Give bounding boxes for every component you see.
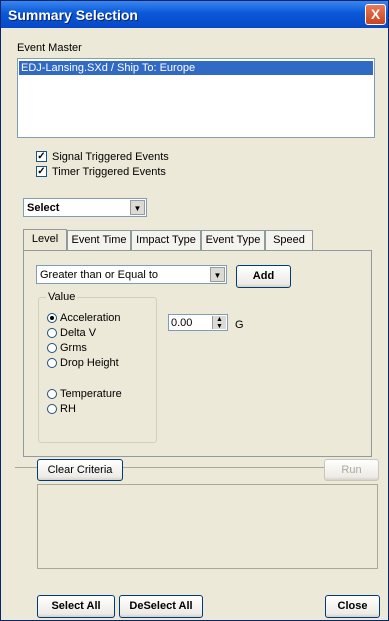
radio-temperature[interactable]	[47, 389, 57, 399]
radio-acceleration-label: Acceleration	[60, 312, 121, 324]
select-dropdown[interactable]: Select ▼	[23, 198, 147, 217]
operator-dropdown[interactable]: Greater than or Equal to ▼	[36, 265, 227, 284]
value-spinner-value: 0.00	[171, 317, 193, 329]
radio-delta-v[interactable]	[47, 328, 57, 338]
event-master-label: Event Master	[17, 42, 82, 54]
tab-event-time[interactable]: Event Time	[67, 230, 131, 250]
event-master-list[interactable]: EDJ-Lansing.SXd / Ship To: Europe	[17, 58, 375, 138]
signal-triggered-checkbox[interactable]: ✓	[36, 151, 47, 162]
close-icon[interactable]: X	[365, 4, 386, 25]
radio-delta-v-label: Delta V	[60, 327, 97, 339]
window-title: Summary Selection	[8, 7, 138, 23]
radio-grms-label: Grms	[60, 342, 87, 354]
chevron-down-icon[interactable]: ▼	[130, 200, 145, 215]
unit-label: G	[235, 319, 244, 331]
radio-rh-label: RH	[60, 403, 76, 415]
clear-criteria-button[interactable]: Clear Criteria	[37, 459, 123, 481]
radio-rh[interactable]	[47, 404, 57, 414]
radio-grms[interactable]	[47, 343, 57, 353]
criteria-list[interactable]	[37, 484, 378, 569]
tab-speed[interactable]: Speed	[265, 230, 313, 250]
deselect-all-button[interactable]: DeSelect All	[119, 595, 203, 618]
tab-level[interactable]: Level	[23, 229, 67, 251]
timer-triggered-checkbox[interactable]: ✓	[36, 166, 47, 177]
value-group-label: Value	[46, 291, 78, 303]
radio-acceleration[interactable]	[47, 313, 57, 323]
tab-event-type[interactable]: Event Type	[201, 230, 265, 250]
chevron-down-icon[interactable]: ▼	[210, 267, 225, 282]
select-all-button[interactable]: Select All	[37, 595, 115, 618]
close-button[interactable]: Close	[325, 595, 380, 618]
radio-temperature-label: Temperature	[60, 388, 122, 400]
tab-impact-type[interactable]: Impact Type	[131, 230, 201, 250]
radio-drop-height-label: Drop Height	[60, 357, 119, 369]
title-bar[interactable]: Summary Selection X	[1, 1, 388, 28]
select-dropdown-value: Select	[27, 202, 60, 214]
radio-drop-height[interactable]	[47, 358, 57, 368]
signal-triggered-label: Signal Triggered Events	[52, 151, 169, 163]
spinner-arrows-icon[interactable]: ▲ ▼	[212, 316, 226, 330]
summary-selection-window: Summary Selection X Event Master EDJ-Lan…	[0, 0, 389, 621]
add-button[interactable]: Add	[236, 265, 291, 288]
run-button[interactable]: Run	[324, 459, 379, 481]
timer-triggered-label: Timer Triggered Events	[52, 166, 166, 178]
list-item[interactable]: EDJ-Lansing.SXd / Ship To: Europe	[19, 61, 373, 75]
value-spinner[interactable]: 0.00 ▲ ▼	[168, 314, 228, 331]
operator-dropdown-value: Greater than or Equal to	[40, 269, 159, 281]
